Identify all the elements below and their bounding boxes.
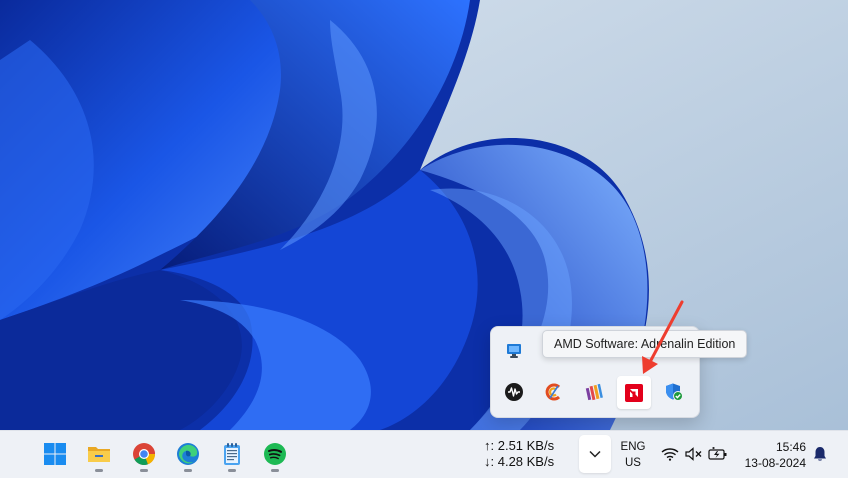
audio-wave-icon (505, 383, 523, 401)
chrome-icon (133, 443, 156, 466)
chevron-down-icon (589, 450, 601, 458)
keyboard-layout: US (625, 457, 641, 469)
running-indicator (271, 469, 279, 472)
network-speed-meter: ↑: 2.51 KB/s ↓: 4.28 KB/s (484, 438, 554, 470)
edge-icon (177, 443, 199, 465)
wifi-icon (661, 448, 679, 461)
notepad-icon (224, 443, 240, 465)
spotify-icon (264, 443, 286, 465)
ccleaner-icon (545, 383, 561, 401)
folder-icon (88, 447, 110, 462)
tray-item-winrar[interactable] (579, 377, 609, 407)
tray-item-monitor[interactable] (499, 336, 529, 366)
notifications-button[interactable] (810, 444, 830, 464)
taskbar-edge[interactable] (170, 436, 206, 472)
volume-button[interactable] (684, 444, 704, 464)
language-code: ENG (620, 441, 646, 453)
tray-item-windows-security[interactable] (659, 377, 689, 407)
taskbar: ↑: 2.51 KB/s ↓: 4.28 KB/s ENG US 15:46 1… (0, 430, 848, 478)
clock-date: 13-08-2024 (744, 456, 806, 470)
taskbar-chrome[interactable] (126, 436, 162, 472)
running-indicator (140, 469, 148, 472)
running-indicator (95, 469, 103, 472)
tray-item-amd[interactable] (617, 376, 651, 409)
volume-muted-icon (685, 447, 702, 461)
upload-speed: ↑: 2.51 KB/s (484, 438, 555, 453)
input-language-indicator[interactable]: ENG US (616, 439, 650, 471)
taskbar-spotify[interactable] (257, 436, 293, 472)
tray-item-audio[interactable] (499, 377, 529, 407)
running-indicator (184, 469, 192, 472)
show-hidden-icons-button[interactable] (579, 435, 611, 473)
taskbar-file-explorer[interactable] (81, 436, 117, 472)
monitor-icon (507, 344, 521, 358)
running-indicator (228, 469, 236, 472)
windows-start-icon (44, 443, 66, 465)
windows-security-icon (666, 383, 683, 401)
start-button[interactable] (37, 436, 73, 472)
bell-icon (814, 447, 826, 461)
clock[interactable]: 15:46 13-08-2024 (736, 439, 806, 471)
tray-item-ccleaner[interactable] (539, 377, 569, 407)
taskbar-notepad[interactable] (214, 436, 250, 472)
download-speed: ↓: 4.28 KB/s (484, 454, 555, 469)
wifi-button[interactable] (660, 444, 680, 464)
winrar-icon (585, 383, 603, 401)
desktop-wallpaper (0, 0, 848, 430)
clock-time: 15:46 (775, 440, 806, 454)
battery-button[interactable] (708, 444, 728, 464)
tooltip-amd-software: AMD Software: Adrenalin Edition (542, 330, 748, 358)
amd-icon (625, 383, 643, 402)
battery-charging-icon (708, 447, 727, 460)
